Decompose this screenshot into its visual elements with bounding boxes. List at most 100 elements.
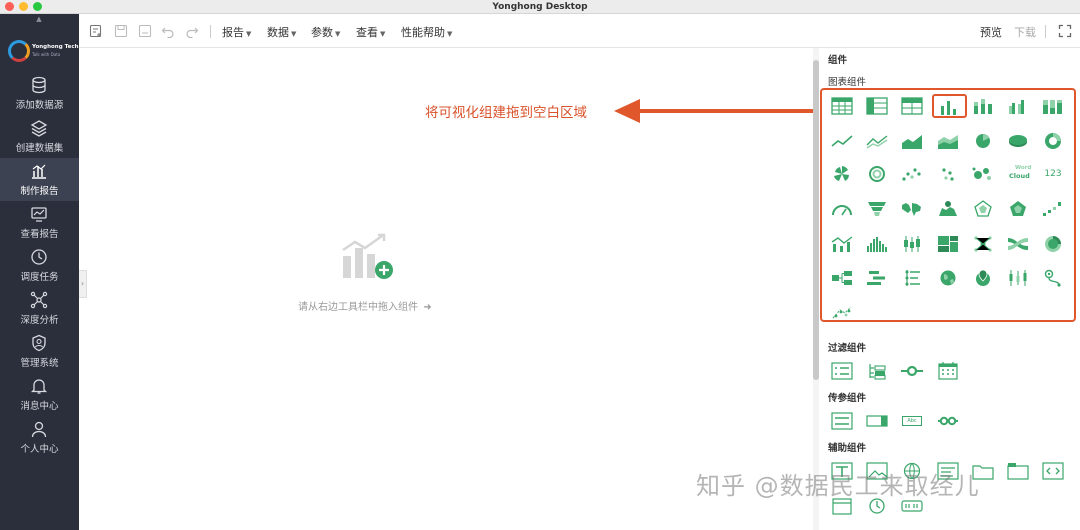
gauge-icon[interactable] [830, 199, 854, 219]
sidebar-item-deep-analysis[interactable]: 深度分析 [0, 287, 79, 330]
stacked-area-icon[interactable] [936, 131, 960, 151]
sidebar-item-label: 调度任务 [20, 272, 59, 283]
chevron-up-icon[interactable]: ▲ [33, 16, 45, 23]
embed-code-icon[interactable] [1041, 461, 1065, 481]
radar-chart-icon[interactable] [971, 199, 995, 219]
sidebar-item-profile[interactable]: 个人中心 [0, 416, 79, 459]
gantt-chart-icon[interactable] [865, 268, 889, 288]
expand-panel-handle[interactable]: › [79, 270, 87, 298]
bubble-chart-icon[interactable] [971, 164, 995, 184]
menu-help[interactable]: 性能帮助 ▼ [401, 24, 452, 40]
toolbar-divider [210, 25, 211, 38]
undo-icon[interactable] [161, 24, 175, 38]
step-chart-icon[interactable] [1041, 199, 1065, 219]
sidebar-item-add-datasource[interactable]: 添加数据源 [0, 72, 79, 115]
sidebar-item-schedule[interactable]: 调度任务 [0, 244, 79, 287]
sidebar-item-make-report[interactable]: 制作报告 [0, 158, 79, 201]
trend-scatter-icon[interactable] [830, 302, 854, 322]
location-map-icon[interactable] [971, 268, 995, 288]
sidebar-item-label: 添加数据源 [15, 100, 64, 111]
word-cloud-label: Cloud [1009, 172, 1030, 180]
watermark-text: 知乎 @数据民工来取经儿 [696, 472, 980, 500]
redo-icon[interactable] [185, 24, 199, 38]
new-report-icon[interactable] [89, 24, 103, 38]
param-textbox-label: Abc [902, 416, 922, 426]
logo-ring-icon [8, 40, 30, 62]
tree-filter-icon[interactable] [865, 361, 889, 381]
calendar-filter-icon[interactable] [936, 361, 960, 381]
boxplot-icon[interactable] [900, 234, 924, 254]
filled-radar-icon[interactable] [1006, 199, 1030, 219]
table-icon[interactable] [830, 96, 854, 116]
toolbar: 报告 ▼ 数据 ▼ 参数 ▼ 查看 ▼ 性能帮助 ▼ 预览 下载 [79, 14, 1080, 48]
3d-pie-icon[interactable] [1006, 131, 1030, 151]
tab-container-icon[interactable] [1006, 461, 1030, 481]
globe-icon[interactable] [936, 268, 960, 288]
shield-user-icon [32, 334, 46, 352]
fullscreen-icon[interactable] [1058, 24, 1072, 38]
range-slider-icon[interactable] [900, 361, 924, 381]
sidebar-item-view-report[interactable]: 查看报告 [0, 201, 79, 244]
annotation-text: 将可视化组建拖到空白区域 [425, 105, 587, 121]
combo-chart-icon[interactable] [830, 234, 854, 254]
funnel-icon[interactable] [865, 199, 889, 219]
preview-button[interactable]: 预览 [980, 24, 1002, 40]
rose-chart-icon[interactable] [830, 164, 854, 184]
menu-data[interactable]: 数据 ▼ [267, 24, 296, 40]
multi-line-chart-icon[interactable] [865, 131, 889, 151]
crosstab-icon[interactable] [865, 96, 889, 116]
menu-report[interactable]: 报告 ▼ [222, 24, 251, 40]
grouped-column-icon[interactable] [1006, 96, 1030, 116]
save-as-icon[interactable] [138, 24, 152, 38]
histogram-icon[interactable] [865, 234, 889, 254]
menu-view[interactable]: 查看 ▼ [356, 24, 385, 40]
sidebar-item-label: 查看报告 [20, 229, 59, 240]
sidebar-item-messages[interactable]: 消息中心 [0, 373, 79, 416]
scatter-chart-icon[interactable] [900, 164, 924, 184]
network-graph-icon[interactable] [971, 234, 995, 254]
sidebar-item-admin[interactable]: 管理系统 [0, 330, 79, 373]
map-pin-icon[interactable] [936, 199, 960, 219]
freestyle-table-icon[interactable] [900, 96, 924, 116]
sankey-icon[interactable] [1006, 234, 1030, 254]
line-chart-icon[interactable] [830, 131, 854, 151]
pie-chart-icon[interactable] [971, 131, 995, 151]
word-cloud-icon[interactable]: Word Cloud [1006, 164, 1031, 184]
component-panel: 组件 图表组件 Word Cloud 123 过滤组件 传参组件 Abc 辅助组… [819, 48, 1080, 530]
bell-icon [30, 379, 48, 394]
dot-chart-icon[interactable] [936, 164, 960, 184]
stacked-column-icon[interactable] [971, 96, 995, 116]
list-filter-icon[interactable] [830, 361, 854, 381]
param-slider-icon[interactable] [936, 411, 960, 431]
chevron-down-icon: ▼ [291, 30, 297, 38]
toolbar-divider [1045, 25, 1046, 38]
save-icon[interactable] [114, 24, 128, 38]
area-chart-icon[interactable] [900, 131, 924, 151]
sidebar-item-label: 创建数据集 [15, 143, 64, 154]
sidebar-item-label: 个人中心 [20, 444, 59, 455]
number-card-icon[interactable]: 123 [1041, 164, 1065, 184]
world-map-icon[interactable] [900, 199, 924, 219]
candlestick-icon[interactable] [1006, 268, 1030, 288]
column-chart-icon[interactable] [937, 97, 961, 117]
route-map-icon[interactable] [1041, 268, 1065, 288]
menu-params[interactable]: 参数 ▼ [311, 24, 340, 40]
percent-column-icon[interactable] [1041, 96, 1065, 116]
treemap-icon[interactable] [936, 234, 960, 254]
sidebar-item-create-dataset[interactable]: 创建数据集 [0, 115, 79, 158]
network-icon [30, 291, 48, 309]
param-textbox-icon[interactable]: Abc [900, 411, 924, 431]
param-combobox-icon[interactable] [865, 411, 889, 431]
param-list-icon[interactable] [830, 411, 854, 431]
chart-section-title: 图表组件 [828, 77, 867, 88]
arrow-right-icon: ➜ [423, 302, 432, 313]
chevron-down-icon: ▼ [335, 30, 341, 38]
timeline-icon[interactable] [900, 268, 924, 288]
radial-bar-icon[interactable] [865, 164, 889, 184]
org-tree-icon[interactable] [830, 268, 854, 288]
sidebar-item-label: 制作报告 [20, 186, 59, 197]
window-title: Yonghong Desktop [492, 2, 588, 12]
donut-chart-icon[interactable] [1041, 131, 1065, 151]
sunburst-icon[interactable] [1041, 234, 1065, 254]
download-button[interactable]: 下载 [1014, 24, 1036, 40]
